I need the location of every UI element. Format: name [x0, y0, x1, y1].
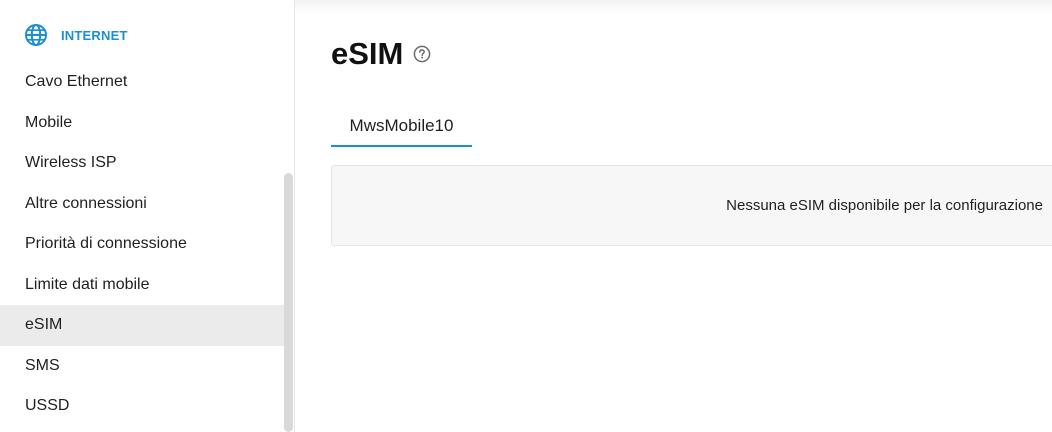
sidebar-item-priorita-connessione[interactable]: Priorità di connessione	[0, 224, 284, 265]
section-header-internet[interactable]: INTERNET	[24, 22, 128, 48]
sidebar-item-wireless-isp[interactable]: Wireless ISP	[0, 143, 284, 184]
sidebar-item-sms[interactable]: SMS	[0, 346, 284, 387]
esim-panel: Nessuna eSIM disponibile per la configur…	[331, 165, 1052, 246]
main-content: eSIM MwsMobile10 Nessuna eSIM disponibil…	[295, 0, 1052, 432]
sidebar-item-esim[interactable]: eSIM	[0, 305, 284, 346]
sidebar: INTERNET Cavo Ethernet Mobile Wireless I…	[0, 0, 295, 432]
tab-mwsmobile10[interactable]: MwsMobile10	[331, 106, 472, 147]
help-circle-icon[interactable]	[413, 45, 431, 63]
title-row: eSIM	[331, 36, 431, 72]
sidebar-item-ussd[interactable]: USSD	[0, 386, 284, 427]
sidebar-item-mobile[interactable]: Mobile	[0, 103, 284, 144]
header-shadow	[295, 0, 1052, 14]
section-label: INTERNET	[61, 27, 128, 43]
sidebar-item-altre-connessioni[interactable]: Altre connessioni	[0, 184, 284, 225]
sidebar-nav: Cavo Ethernet Mobile Wireless ISP Altre …	[0, 62, 284, 427]
sidebar-item-limite-dati-mobile[interactable]: Limite dati mobile	[0, 265, 284, 306]
page-title: eSIM	[331, 36, 404, 71]
sidebar-item-cavo-ethernet[interactable]: Cavo Ethernet	[0, 62, 284, 103]
sidebar-scroll-thumb[interactable]	[284, 173, 293, 432]
app-window: INTERNET Cavo Ethernet Mobile Wireless I…	[0, 0, 1052, 432]
sidebar-scrollbar[interactable]	[283, 0, 294, 432]
empty-state-message: Nessuna eSIM disponibile per la configur…	[726, 197, 1043, 214]
globe-icon	[24, 23, 48, 47]
